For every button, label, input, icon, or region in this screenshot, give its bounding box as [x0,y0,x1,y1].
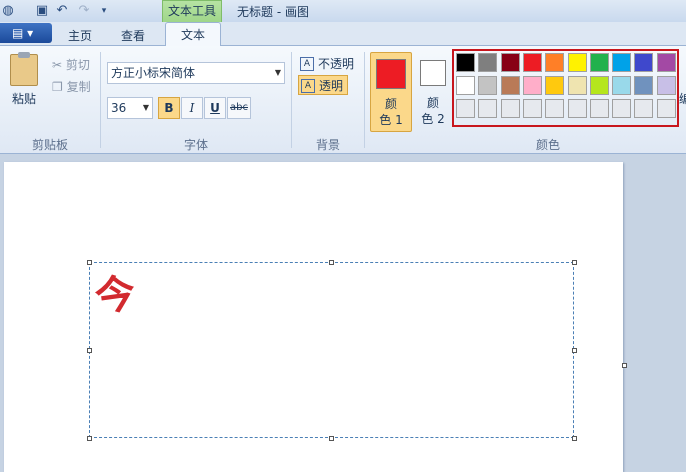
palette-color-swatch[interactable] [456,99,475,118]
customize-toolbar-icon[interactable]: ▾ [96,3,112,19]
palette-color-swatch[interactable] [522,53,542,72]
text-box[interactable] [89,262,574,438]
palette-color-swatch[interactable] [612,99,632,118]
palette-color-swatch[interactable] [634,53,654,72]
ribbon: 粘贴 ✂ 剪切 ❐ 复制 剪贴板 方正小标宋简体 ▼ 36 ▼ B I U abc … [0,46,686,154]
palette-color-swatch[interactable] [656,99,676,118]
font-family-value: 方正小标宋简体 [111,66,196,80]
palette-color-swatch[interactable] [500,76,520,95]
ribbon-tab-row [0,22,686,46]
text-box-handle[interactable] [572,436,577,441]
chevron-down-icon: ▼ [142,103,149,112]
font-size-value: 36 [111,101,127,115]
palette-color-swatch[interactable] [545,53,565,72]
color1-button[interactable]: 颜 色 1 [370,52,412,132]
font-family-select[interactable]: 方正小标宋简体 ▼ [107,62,285,84]
palette-color-swatch[interactable] [567,76,587,95]
palette-color-swatch[interactable] [478,99,498,118]
text-box-handle[interactable] [329,436,334,441]
text-box-handle[interactable] [572,260,577,265]
canvas-text: 今 [92,269,139,322]
bold-button[interactable]: B [158,97,180,119]
palette-color-swatch[interactable] [522,76,542,95]
tab-text[interactable]: 文本 [165,22,221,47]
tab-home[interactable]: 主页 [58,27,102,47]
color1-label-line1: 颜 [384,97,397,111]
window-title: 无标题 - 画图 [237,5,309,19]
palette-color-swatch[interactable] [545,76,565,95]
palette-color-swatch[interactable] [522,99,542,118]
app-icon[interactable]: ◍ [0,3,16,19]
palette-color-swatch[interactable] [656,53,676,72]
font-group-label: 字体 [183,138,208,152]
text-box-handle[interactable] [87,436,92,441]
palette-color-swatch[interactable] [589,99,609,118]
text-box-handle[interactable] [87,348,92,353]
palette-color-swatch[interactable] [656,76,676,95]
color2-label-line2: 色 2 [421,112,445,126]
palette-color-swatch[interactable] [567,99,587,118]
separator [291,52,292,148]
tab-view[interactable]: 查看 [110,27,156,47]
transparent-option[interactable]: A 透明 [298,75,349,95]
copy-button[interactable]: ❐ 复制 [52,78,91,95]
text-box-handle[interactable] [572,348,577,353]
separator [100,52,101,148]
strikethrough-button[interactable]: abc [227,97,251,119]
paste-button[interactable]: 粘贴 [12,90,36,107]
opaque-label: 不透明 [318,57,355,71]
undo-icon[interactable]: ↶ [54,3,70,19]
palette-color-swatch[interactable] [589,76,609,95]
palette-color-swatch[interactable] [612,53,632,72]
palette-color-swatch[interactable] [589,53,609,72]
colors-group-label: 颜色 [535,138,560,152]
palette-color-swatch[interactable] [478,53,498,72]
paint-window: ◍ ▣ ↶ ↷ ▾ 文本工具 无标题 - 画图 ▤ ▾ 主页 查看 文本 粘贴 … [0,0,686,472]
palette-color-swatch[interactable] [634,99,654,118]
palette-color-swatch[interactable] [456,53,475,72]
save-icon[interactable]: ▣ [34,3,50,19]
italic-button[interactable]: I [181,97,203,119]
title-bar: ◍ ▣ ↶ ↷ ▾ 文本工具 无标题 - 画图 [0,0,686,22]
separator [364,52,365,148]
cut-button[interactable]: ✂ 剪切 [52,56,90,73]
canvas-resize-handle[interactable] [622,363,627,368]
opaque-icon: A [300,57,314,71]
text-box-handle[interactable] [329,260,334,265]
text-box-handle[interactable] [87,260,92,265]
color2-swatch [420,60,446,86]
palette-color-swatch[interactable] [500,99,520,118]
transparent-label: 透明 [319,79,344,93]
copy-icon: ❐ [52,80,63,94]
cut-label: 剪切 [65,58,90,72]
copy-label: 复制 [66,80,91,94]
edit-colors-button[interactable]: 编 [679,90,686,107]
color-palette [452,49,679,127]
color1-label-line2: 色 1 [379,113,403,127]
palette-color-swatch[interactable] [567,53,587,72]
color2-label-line1: 颜 [426,96,439,110]
scissors-icon: ✂ [52,58,63,72]
palette-color-swatch[interactable] [612,76,632,95]
underline-button[interactable]: U [204,97,226,119]
app-menu-button[interactable]: ▤ ▾ [0,23,52,43]
palette-color-swatch[interactable] [634,76,654,95]
transparent-icon: A [301,79,315,93]
clipboard-group-label: 剪贴板 [31,138,68,152]
text-tools-context-label: 文本工具 [162,0,222,22]
chevron-down-icon: ▼ [274,68,281,77]
font-size-select[interactable]: 36 ▼ [107,97,153,119]
opaque-option[interactable]: A 不透明 [298,54,354,74]
background-group-label: 背景 [315,138,340,152]
redo-icon[interactable]: ↷ [76,3,92,19]
palette-color-swatch[interactable] [456,76,475,95]
color2-button[interactable]: 颜 色 2 [414,52,452,132]
color1-swatch [376,59,406,89]
paste-icon[interactable] [10,52,38,86]
palette-color-swatch[interactable] [478,76,498,95]
palette-color-swatch[interactable] [500,53,520,72]
palette-color-swatch[interactable] [545,99,565,118]
